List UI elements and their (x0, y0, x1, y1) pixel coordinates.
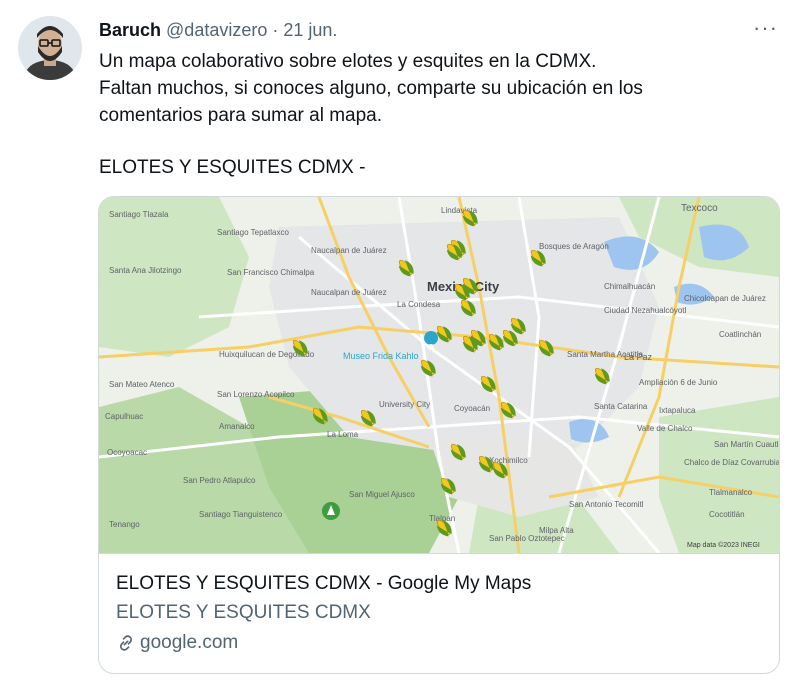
tweet-text-line: comentarios para sumar al mapa. (99, 105, 383, 126)
map-label: Amanalco (219, 422, 255, 431)
map-label: Santa Martha Acatitla (567, 350, 644, 359)
map-label: San Antonio Tecomitl (569, 500, 644, 509)
tweet-text-line: Faltan muchos, si conoces alguno, compar… (99, 78, 643, 99)
map-label: Tenango (109, 520, 140, 529)
map-label: Coyoacán (454, 404, 490, 413)
map-label: San Francisco Chimalpa (227, 268, 315, 277)
map-label: Santiago Tlazala (109, 210, 169, 219)
map-label: La Condesa (397, 300, 441, 309)
map-label: San Lorenzo Acopilco (217, 390, 295, 399)
map-label: Ixtapaluca (659, 406, 696, 415)
tweet: Baruch @datavizero · 21 jun. ··· Un mapa… (0, 0, 800, 686)
map-attribution: Map data ©2023 INEGI (687, 541, 760, 549)
map-label: Chalco de Díaz Covarrubias (684, 458, 779, 467)
map-label: Ciudad Nezahualcóyotl (604, 306, 686, 315)
header-separator: · (272, 20, 279, 40)
card-title[interactable]: ELOTES Y ESQUITES CDMX - Google My Maps (116, 572, 531, 596)
tweet-text-line: Un mapa colaborativo sobre elotes y esqu… (99, 51, 597, 72)
more-options-icon[interactable]: ··· (753, 16, 778, 40)
author-handle[interactable]: @datavizero (166, 20, 267, 40)
museum-label: Museo Frida Kahlo (343, 351, 419, 361)
map-label: Naucalpan de Juárez (311, 288, 387, 297)
map-label: Santiago Tianguistenco (199, 510, 283, 519)
author-avatar[interactable] (18, 16, 82, 80)
map-label: San Martín Cuautlalpan (714, 440, 779, 449)
map-label: Chimalhuacán (604, 282, 655, 291)
author-name[interactable]: Baruch (99, 20, 161, 40)
tweet-link-text[interactable]: ELOTES Y ESQUITES CDMX - (99, 156, 365, 180)
map-label: Valle de Chalco (637, 424, 693, 433)
map-label: Santiago Tepatlaxco (217, 228, 289, 237)
map-label: Coatlinchán (719, 330, 761, 339)
map-label: Chicoloapan de Juárez (684, 294, 766, 303)
link-preview-card[interactable]: Texcoco Lindavista Bosques de Aragón Nau… (98, 196, 780, 674)
map-label: Santa Catarina (594, 402, 648, 411)
map-label: Ocoyoacac (107, 448, 147, 457)
map-label: San Pedro Atlapulco (183, 476, 256, 485)
card-footer[interactable]: ELOTES Y ESQUITES CDMX - Google My Maps … (99, 554, 779, 673)
card-description: ELOTES Y ESQUITES CDMX (116, 602, 371, 623)
map-label: Ampliación 6 de Junio (639, 378, 718, 387)
map-label: Cocotitlán (709, 510, 745, 519)
map-label: Santa Ana Jilotzingo (109, 266, 182, 275)
card-domain[interactable]: google.com (116, 631, 238, 655)
map-label: Bosques de Aragón (539, 242, 609, 251)
card-domain-text: google.com (140, 632, 239, 653)
map-label: San Mateo Atenco (109, 380, 175, 389)
map-label: Milpa Alta (539, 526, 574, 535)
map-label: San Pablo Oztotepec (489, 534, 565, 543)
map-label: San Miguel Ajusco (349, 490, 415, 499)
map-preview-image[interactable]: Texcoco Lindavista Bosques de Aragón Nau… (99, 197, 779, 554)
map-label: Tlalmanalco (709, 488, 753, 497)
map-label: La Loma (327, 430, 359, 439)
link-icon (119, 635, 133, 651)
map-label: Texcoco (681, 203, 718, 214)
tweet-text: Un mapa colaborativo sobre elotes y esqu… (99, 48, 739, 129)
tweet-date[interactable]: 21 jun. (283, 20, 337, 40)
tweet-header: Baruch @datavizero · 21 jun. (99, 18, 337, 42)
map-label: Naucalpan de Juárez (311, 246, 387, 255)
map-label: Capulhuac (105, 412, 143, 421)
map-label: University City (379, 400, 430, 409)
